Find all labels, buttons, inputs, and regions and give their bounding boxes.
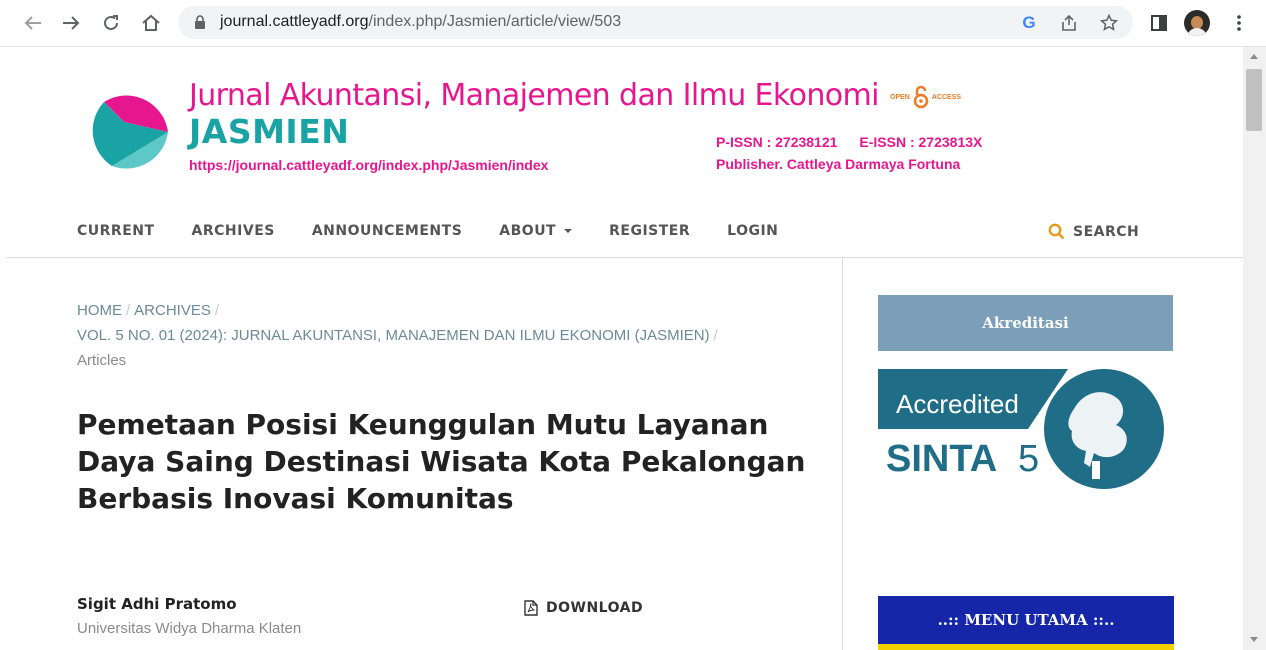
breadcrumb-separator: / xyxy=(126,302,131,319)
author-affiliation: Universitas Widya Dharma Klaten xyxy=(77,620,302,637)
nav-archives[interactable]: ARCHIVES xyxy=(192,223,275,239)
nav-divider xyxy=(6,257,1243,258)
menu-utama-bar xyxy=(878,644,1174,650)
chevron-down-icon xyxy=(564,229,573,233)
back-icon[interactable] xyxy=(18,8,48,38)
breadcrumb-current: Articles xyxy=(77,352,127,369)
open-access-right: ACCESS xyxy=(931,93,962,101)
share-icon[interactable] xyxy=(1058,12,1080,34)
home-icon[interactable] xyxy=(136,8,166,38)
breadcrumb-separator: / xyxy=(713,327,718,344)
search-label: SEARCH xyxy=(1073,223,1140,240)
nav-current[interactable]: CURRENT xyxy=(77,223,155,239)
issn-line: P-ISSN : 27238121 E-ISSN : 2723813X xyxy=(716,134,982,150)
more-menu-icon[interactable] xyxy=(1224,8,1254,38)
publisher: Publisher. Cattleya Darmaya Fortuna xyxy=(716,156,961,172)
bookmark-star-icon[interactable] xyxy=(1098,12,1120,34)
breadcrumb-archives[interactable]: ARCHIVES xyxy=(134,302,211,319)
breadcrumb-issue[interactable]: VOL. 5 NO. 01 (2024): JURNAL AKUNTANSI, … xyxy=(77,327,710,344)
p-issn: P-ISSN : 27238121 xyxy=(716,134,838,150)
side-panel-icon[interactable] xyxy=(1144,8,1174,38)
reload-icon[interactable] xyxy=(96,8,126,38)
page-scrollbar[interactable] xyxy=(1243,47,1266,650)
open-access-left: OPEN xyxy=(890,93,910,101)
scroll-thumb[interactable] xyxy=(1246,69,1262,131)
nav-login[interactable]: LOGIN xyxy=(727,223,778,239)
journal-logo[interactable] xyxy=(84,84,170,170)
search-link[interactable]: SEARCH xyxy=(1048,223,1139,240)
sinta-level: 5 xyxy=(1018,438,1039,480)
url-text: journal.cattleyadf.org/index.php/Jasmien… xyxy=(220,13,621,31)
sinta-text: SINTA xyxy=(886,438,997,480)
journal-title: Jurnal Akuntansi, Manajemen dan Ilmu Eko… xyxy=(189,78,880,113)
nav-about[interactable]: ABOUT xyxy=(499,223,573,239)
download-label: DOWNLOAD xyxy=(546,600,644,616)
scroll-down-arrow-icon[interactable] xyxy=(1250,637,1258,642)
nav-announcements[interactable]: ANNOUNCEMENTS xyxy=(312,223,462,239)
accredited-text: Accredited xyxy=(896,389,1019,419)
url-path: /index.php/Jasmien/article/view/503 xyxy=(368,13,622,30)
breadcrumb-home[interactable]: HOME xyxy=(77,302,122,319)
lock-icon xyxy=(195,15,205,29)
akreditasi-header: Akreditasi xyxy=(878,295,1173,351)
breadcrumb-separator: / xyxy=(214,302,220,319)
nav-register[interactable]: REGISTER xyxy=(609,223,690,239)
primary-nav: CURRENT ARCHIVES ANNOUNCEMENTS ABOUT REG… xyxy=(77,223,815,239)
e-issn: E-ISSN : 2723813X xyxy=(859,134,983,150)
google-translate-icon[interactable]: G xyxy=(1018,12,1040,34)
article-title: Pemetaan Posisi Keunggulan Mutu Layanan … xyxy=(77,408,806,515)
address-bar[interactable]: journal.cattleyadf.org/index.php/Jasmien… xyxy=(178,6,1133,39)
sinta-accreditation-badge[interactable]: Accredited SINTA 5 xyxy=(878,369,1173,489)
scroll-up-arrow-icon[interactable] xyxy=(1250,54,1258,59)
menu-utama-header: ..:: MENU UTAMA ::.. xyxy=(878,596,1174,644)
pdf-file-icon xyxy=(524,600,538,616)
breadcrumb: HOME / ARCHIVES / VOL. 5 NO. 01 (2024): JUR… xyxy=(77,298,817,373)
browser-toolbar: journal.cattleyadf.org/index.php/Jasmien… xyxy=(0,0,1266,47)
journal-abbreviation: JASMIEN xyxy=(189,112,350,151)
journal-url: https://journal.cattleyadf.org/index.php… xyxy=(189,157,549,173)
nav-about-label: ABOUT xyxy=(499,223,557,239)
author-name: Sigit Adhi Pratomo xyxy=(77,595,237,613)
open-access-lock-icon xyxy=(913,85,929,109)
profile-avatar[interactable] xyxy=(1184,10,1210,36)
download-button[interactable]: DOWNLOAD xyxy=(524,600,643,616)
sidebar-divider xyxy=(842,258,843,650)
open-access-badge: OPEN ACCESS xyxy=(890,85,961,109)
url-host: journal.cattleyadf.org xyxy=(220,13,369,30)
forward-icon[interactable] xyxy=(56,8,86,38)
search-icon xyxy=(1048,223,1065,240)
